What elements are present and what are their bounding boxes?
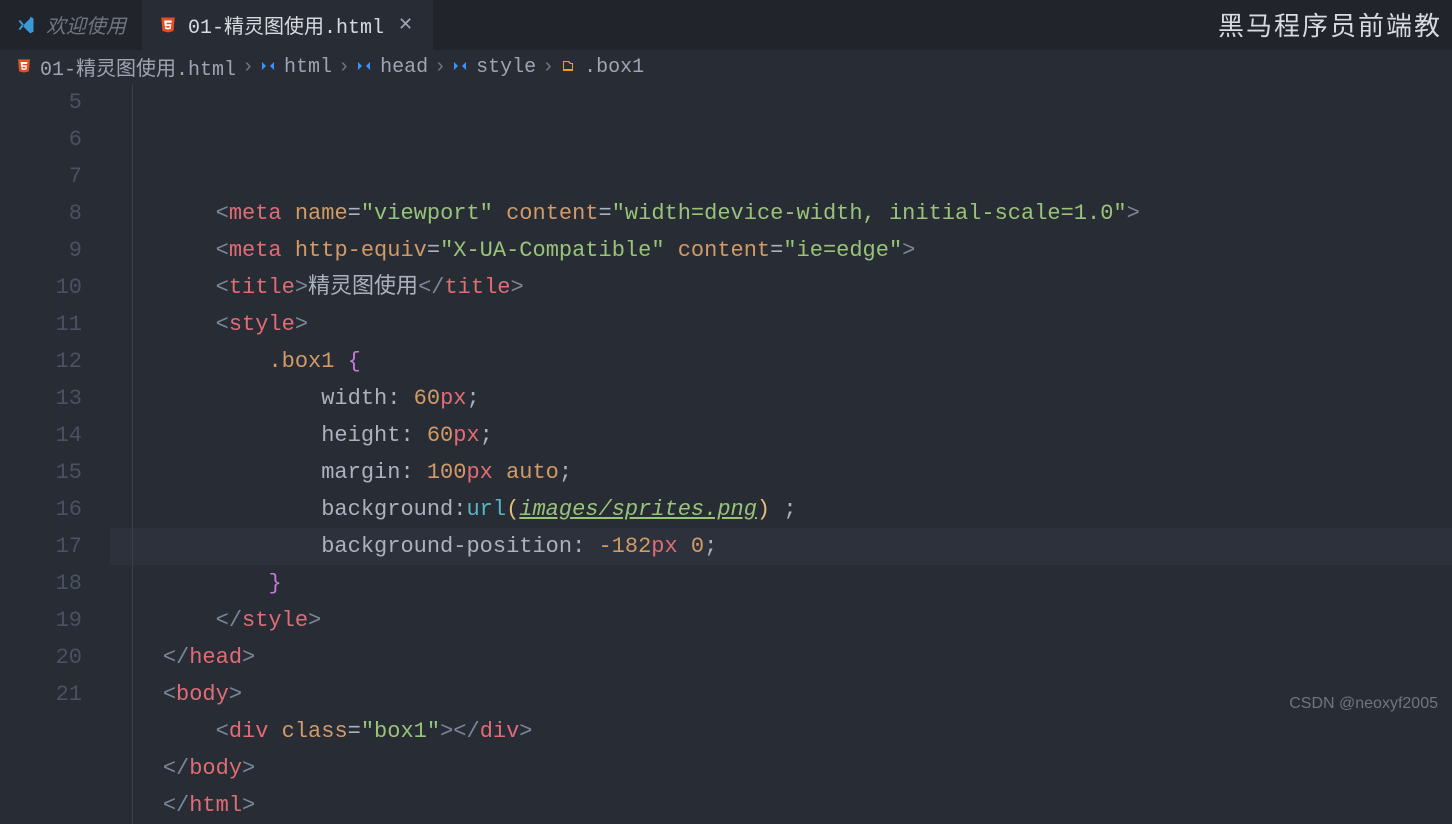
vscode-icon [16, 15, 36, 35]
line-number: 6 [0, 121, 82, 158]
breadcrumb-style-label: style [476, 56, 536, 79]
close-icon[interactable]: ✕ [394, 14, 417, 36]
code-line[interactable]: <meta http-equiv="X-UA-Compatible" conte… [110, 232, 1452, 269]
tab-active[interactable]: 01-精灵图使用.html ✕ [142, 0, 433, 50]
breadcrumb-html[interactable]: html [260, 56, 332, 79]
symbol-bracket-icon [452, 58, 470, 76]
code-line[interactable]: </html> [110, 787, 1452, 824]
symbol-class-icon [560, 58, 578, 76]
watermark-top: 黑马程序员前端教 [1218, 6, 1442, 43]
code-line[interactable]: background:url(images/sprites.png) ; [110, 491, 1452, 528]
symbol-bracket-icon [260, 58, 278, 76]
code-line[interactable]: </head> [110, 639, 1452, 676]
code-line[interactable]: <title>精灵图使用</title> [110, 269, 1452, 306]
editor[interactable]: 56789101112131415161718192021 <meta name… [0, 84, 1452, 824]
code-line[interactable]: } [110, 565, 1452, 602]
breadcrumb-file-label: 01-精灵图使用.html [40, 52, 236, 82]
code-line[interactable]: </body> [110, 750, 1452, 787]
line-number: 11 [0, 306, 82, 343]
line-number: 15 [0, 454, 82, 491]
line-number: 18 [0, 565, 82, 602]
line-number: 14 [0, 417, 82, 454]
breadcrumb-style[interactable]: style [452, 56, 536, 79]
tab-active-label: 01-精灵图使用.html [188, 10, 384, 40]
code-line[interactable]: <meta name="viewport" content="width=dev… [110, 195, 1452, 232]
line-number: 16 [0, 491, 82, 528]
code-line[interactable]: margin: 100px auto; [110, 454, 1452, 491]
line-number: 8 [0, 195, 82, 232]
tab-bar: 欢迎使用 01-精灵图使用.html ✕ 黑马程序员前端教 [0, 0, 1452, 50]
line-number: 5 [0, 84, 82, 121]
code-line[interactable]: background-position: -182px 0; [110, 528, 1452, 565]
breadcrumb-box1-label: .box1 [584, 56, 644, 79]
tab-welcome[interactable]: 欢迎使用 [0, 0, 142, 50]
tab-welcome-label: 欢迎使用 [46, 10, 126, 40]
symbol-bracket-icon [356, 58, 374, 76]
code-area[interactable]: <meta name="viewport" content="width=dev… [110, 84, 1452, 824]
html5-icon [16, 58, 34, 76]
line-number: 13 [0, 380, 82, 417]
chevron-right-icon: › [542, 56, 554, 79]
breadcrumb-head[interactable]: head [356, 56, 428, 79]
code-line[interactable]: </style> [110, 602, 1452, 639]
line-number: 21 [0, 676, 82, 713]
line-number: 7 [0, 158, 82, 195]
breadcrumb-file[interactable]: 01-精灵图使用.html [16, 52, 236, 82]
code-line[interactable]: .box1 { [110, 343, 1452, 380]
line-number: 20 [0, 639, 82, 676]
breadcrumb-head-label: head [380, 56, 428, 79]
breadcrumb-html-label: html [284, 56, 332, 79]
line-number-gutter: 56789101112131415161718192021 [0, 84, 110, 824]
line-number: 17 [0, 528, 82, 565]
html5-icon [158, 15, 178, 35]
line-number: 10 [0, 269, 82, 306]
code-line[interactable]: <style> [110, 306, 1452, 343]
chevron-right-icon: › [338, 56, 350, 79]
watermark-bottom: CSDN @neoxyf2005 [1289, 695, 1438, 713]
breadcrumb-box1[interactable]: .box1 [560, 56, 644, 79]
code-line[interactable]: <body> [110, 676, 1452, 713]
chevron-right-icon: › [434, 56, 446, 79]
code-line[interactable]: width: 60px; [110, 380, 1452, 417]
breadcrumb: 01-精灵图使用.html › html › head › style › .b… [0, 50, 1452, 84]
line-number: 12 [0, 343, 82, 380]
line-number: 9 [0, 232, 82, 269]
code-line[interactable]: height: 60px; [110, 417, 1452, 454]
line-number: 19 [0, 602, 82, 639]
chevron-right-icon: › [242, 56, 254, 79]
